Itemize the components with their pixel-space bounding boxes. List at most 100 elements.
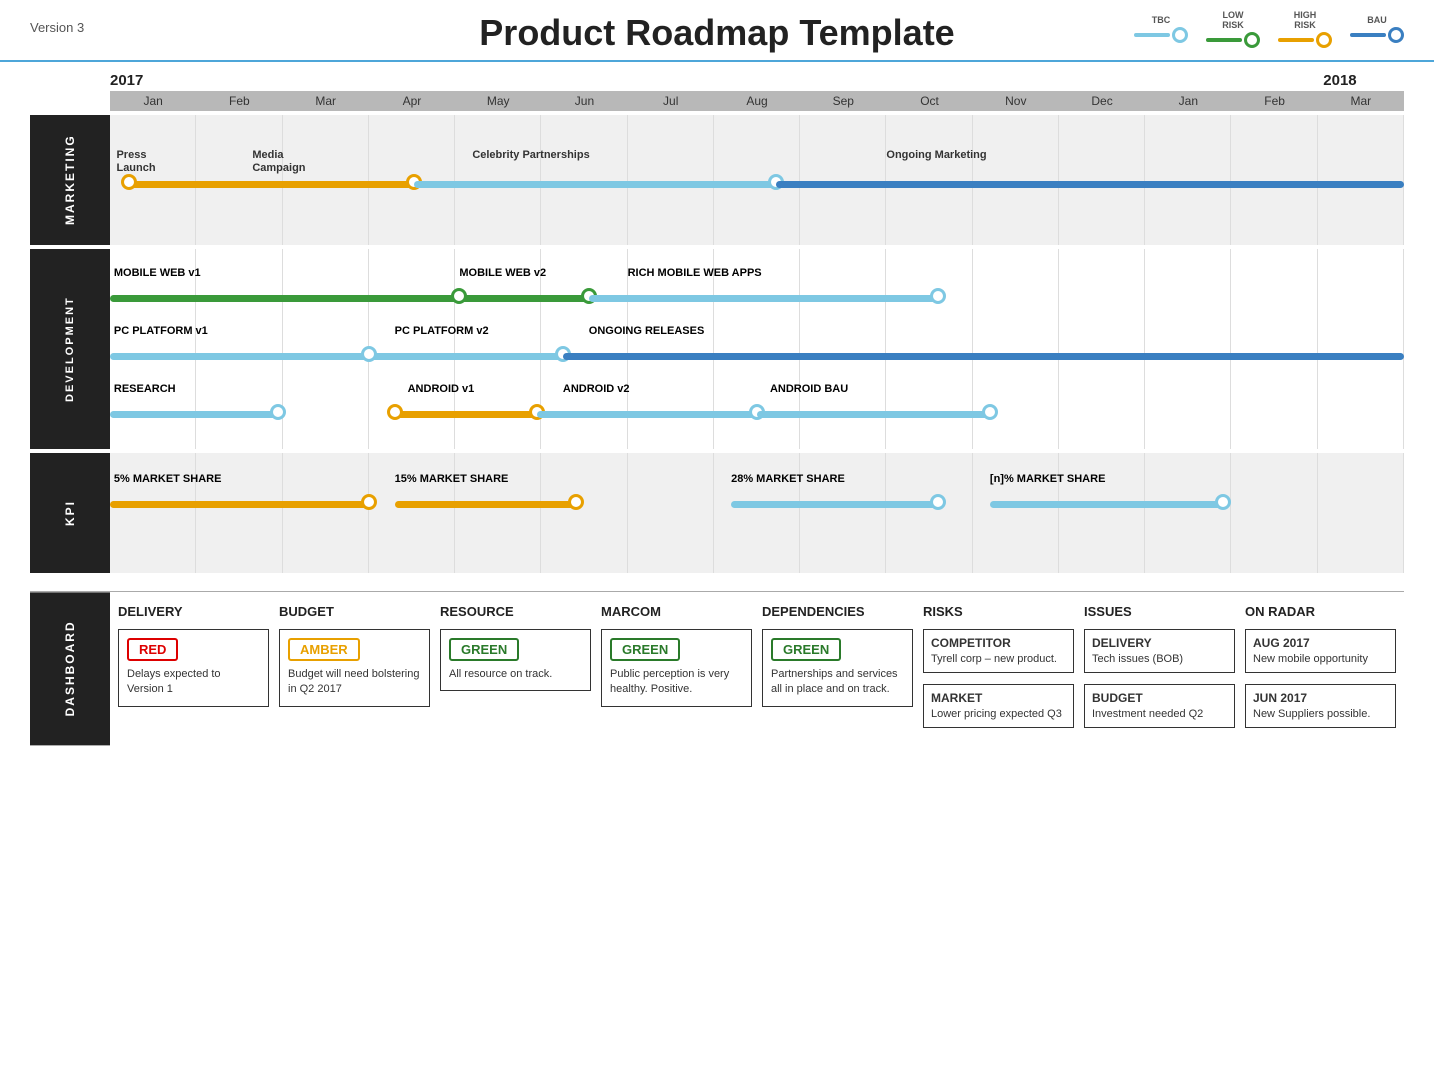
development-label: DEVELOPMENT bbox=[30, 249, 110, 449]
circle-pc-v1-end bbox=[361, 346, 377, 362]
dashboard-delivery: DELIVERY RED Delays expected to Version … bbox=[118, 604, 269, 733]
risks-card-1-title: COMPETITOR bbox=[931, 635, 1066, 652]
celebrity-partnerships-label: Celebrity Partnerships bbox=[472, 149, 589, 161]
on-radar-header: ON RADAR bbox=[1245, 604, 1396, 619]
kpi-28pct-label: 28% MARKET SHARE bbox=[731, 473, 845, 485]
budget-card: AMBER Budget will need bolstering in Q2 … bbox=[279, 629, 430, 707]
kpi-label: KPI bbox=[30, 453, 110, 573]
budget-status: AMBER bbox=[288, 638, 360, 661]
marcom-text: Public perception is very healthy. Posit… bbox=[610, 667, 743, 698]
month-feb2: Feb bbox=[1231, 94, 1317, 108]
legend-tbc-line bbox=[1134, 33, 1170, 37]
month-jan2: Jan bbox=[1145, 94, 1231, 108]
dev-track-mobile-web: MOBILE WEB v1 MOBILE WEB v2 RICH MOBILE … bbox=[110, 267, 1404, 319]
android-bau-label: ANDROID BAU bbox=[770, 383, 848, 395]
kpi-circle-5pct bbox=[361, 494, 377, 510]
risks-card-1-text: Tyrell corp – new product. bbox=[931, 652, 1066, 667]
risks-card-2: MARKET Lower pricing expected Q3 bbox=[923, 684, 1074, 728]
circle-android-bau-end bbox=[982, 404, 998, 420]
kpi-5pct-label: 5% MARKET SHARE bbox=[114, 473, 222, 485]
dashboard-risks: RISKS COMPETITOR Tyrell corp – new produ… bbox=[923, 604, 1074, 733]
bar-ongoing-marketing bbox=[776, 181, 1404, 188]
delivery-header: DELIVERY bbox=[118, 604, 269, 619]
issues-card-2-title: BUDGET bbox=[1092, 690, 1227, 707]
page-wrapper: Version 3 Product Roadmap Template TBC L… bbox=[0, 0, 1434, 755]
dashboard-budget: BUDGET AMBER Budget will need bolstering… bbox=[279, 604, 430, 733]
year-2018: 2018 bbox=[1323, 72, 1356, 89]
dependencies-card: GREEN Partnerships and services all in p… bbox=[762, 629, 913, 707]
on-radar-card-1-title: AUG 2017 bbox=[1253, 635, 1388, 652]
month-feb: Feb bbox=[196, 94, 282, 108]
header: Version 3 Product Roadmap Template TBC L… bbox=[0, 0, 1434, 62]
kpi-bar-5pct bbox=[110, 501, 369, 508]
media-campaign-label: MediaCampaign bbox=[252, 149, 305, 175]
dev-track-pc: PC PLATFORM v1 PC PLATFORM v2 ONGOING RE… bbox=[110, 325, 1404, 377]
dashboard-on-radar: ON RADAR AUG 2017 New mobile opportunity… bbox=[1245, 604, 1396, 733]
dashboard-dependencies: DEPENDENCIES GREEN Partnerships and serv… bbox=[762, 604, 913, 733]
months-row: Jan Feb Mar Apr May Jun Jul Aug Sep Oct … bbox=[110, 91, 1404, 111]
legend-high-risk-line bbox=[1278, 38, 1314, 42]
legend-low-risk-line bbox=[1206, 38, 1242, 42]
resource-text: All resource on track. bbox=[449, 667, 582, 682]
marketing-content: PressLaunch MediaCampaign Celebrity Part… bbox=[110, 115, 1404, 245]
kpi-content: 5% MARKET SHARE 15% MARKET SHARE 28% MAR… bbox=[110, 453, 1404, 573]
bar-ongoing-releases bbox=[563, 353, 1404, 360]
research-label: RESEARCH bbox=[114, 383, 176, 395]
month-jun: Jun bbox=[541, 94, 627, 108]
year-2017: 2017 bbox=[110, 72, 143, 89]
issues-card-2-text: Investment needed Q2 bbox=[1092, 707, 1227, 722]
dashboard-issues: ISSUES DELIVERY Tech issues (BOB) BUDGET… bbox=[1084, 604, 1235, 733]
marketing-section: MARKETING PressLaunch bbox=[30, 115, 1404, 245]
dependencies-text: Partnerships and services all in place a… bbox=[771, 667, 904, 698]
month-may: May bbox=[455, 94, 541, 108]
bar-research bbox=[110, 411, 278, 418]
ongoing-releases-label: ONGOING RELEASES bbox=[589, 325, 705, 337]
dependencies-header: DEPENDENCIES bbox=[762, 604, 913, 619]
bar-press-media bbox=[129, 181, 414, 188]
budget-header: BUDGET bbox=[279, 604, 430, 619]
press-launch-label: PressLaunch bbox=[116, 149, 155, 175]
risks-card-2-title: MARKET bbox=[931, 690, 1066, 707]
dev-track-android: RESEARCH ANDROID v1 ANDROID v2 ANDROID B… bbox=[110, 383, 1404, 435]
development-content: MOBILE WEB v1 MOBILE WEB v2 RICH MOBILE … bbox=[110, 249, 1404, 449]
dashboard-marcom: MARCOM GREEN Public perception is very h… bbox=[601, 604, 752, 733]
month-sep: Sep bbox=[800, 94, 886, 108]
bar-rich-mobile-web bbox=[589, 295, 938, 302]
kpi-circle-15pct bbox=[568, 494, 584, 510]
kpi-section: KPI 5% MARKET SHARE bbox=[30, 453, 1404, 573]
month-nov: Nov bbox=[973, 94, 1059, 108]
risks-card-2-text: Lower pricing expected Q3 bbox=[931, 707, 1066, 722]
dashboard-content: DELIVERY RED Delays expected to Version … bbox=[110, 592, 1404, 745]
ongoing-marketing-label: Ongoing Marketing bbox=[886, 149, 986, 161]
on-radar-card-1-text: New mobile opportunity bbox=[1253, 652, 1388, 667]
on-radar-card-1: AUG 2017 New mobile opportunity bbox=[1245, 629, 1396, 673]
kpi-15pct-label: 15% MARKET SHARE bbox=[395, 473, 509, 485]
delivery-text: Delays expected to Version 1 bbox=[127, 667, 260, 698]
kpi-bar-npct bbox=[990, 501, 1223, 508]
legend-low-risk: LOWRISK bbox=[1206, 10, 1260, 48]
legend: TBC LOWRISK HIGHRISK bbox=[1134, 10, 1404, 48]
resource-status: GREEN bbox=[449, 638, 519, 661]
risks-header: RISKS bbox=[923, 604, 1074, 619]
main-content: 2017 2018 Jan Feb Mar Apr May Jun Jul Au… bbox=[0, 62, 1434, 755]
month-mar: Mar bbox=[283, 94, 369, 108]
resource-card: GREEN All resource on track. bbox=[440, 629, 591, 691]
marcom-card: GREEN Public perception is very healthy.… bbox=[601, 629, 752, 707]
resource-header: RESOURCE bbox=[440, 604, 591, 619]
delivery-status: RED bbox=[127, 638, 178, 661]
mobile-web-v2-label: MOBILE WEB v2 bbox=[459, 267, 546, 279]
version-label: Version 3 bbox=[30, 20, 84, 35]
legend-low-risk-dot bbox=[1244, 32, 1260, 48]
kpi-npct-label: [n]% MARKET SHARE bbox=[990, 473, 1106, 485]
bar-mobile-web-green bbox=[110, 295, 589, 302]
rich-mobile-web-label: RICH MOBILE WEB APPS bbox=[628, 267, 762, 279]
android-v2-label: ANDROID v2 bbox=[563, 383, 630, 395]
dashboard-section: DASHBOARD DELIVERY RED Delays expected t… bbox=[30, 591, 1404, 745]
issues-card-1: DELIVERY Tech issues (BOB) bbox=[1084, 629, 1235, 673]
circle-research-end bbox=[270, 404, 286, 420]
kpi-circle-28pct bbox=[930, 494, 946, 510]
on-radar-card-2-text: New Suppliers possible. bbox=[1253, 707, 1388, 722]
month-mar2: Mar bbox=[1318, 94, 1404, 108]
month-jul: Jul bbox=[628, 94, 714, 108]
legend-high-risk-dot bbox=[1316, 32, 1332, 48]
